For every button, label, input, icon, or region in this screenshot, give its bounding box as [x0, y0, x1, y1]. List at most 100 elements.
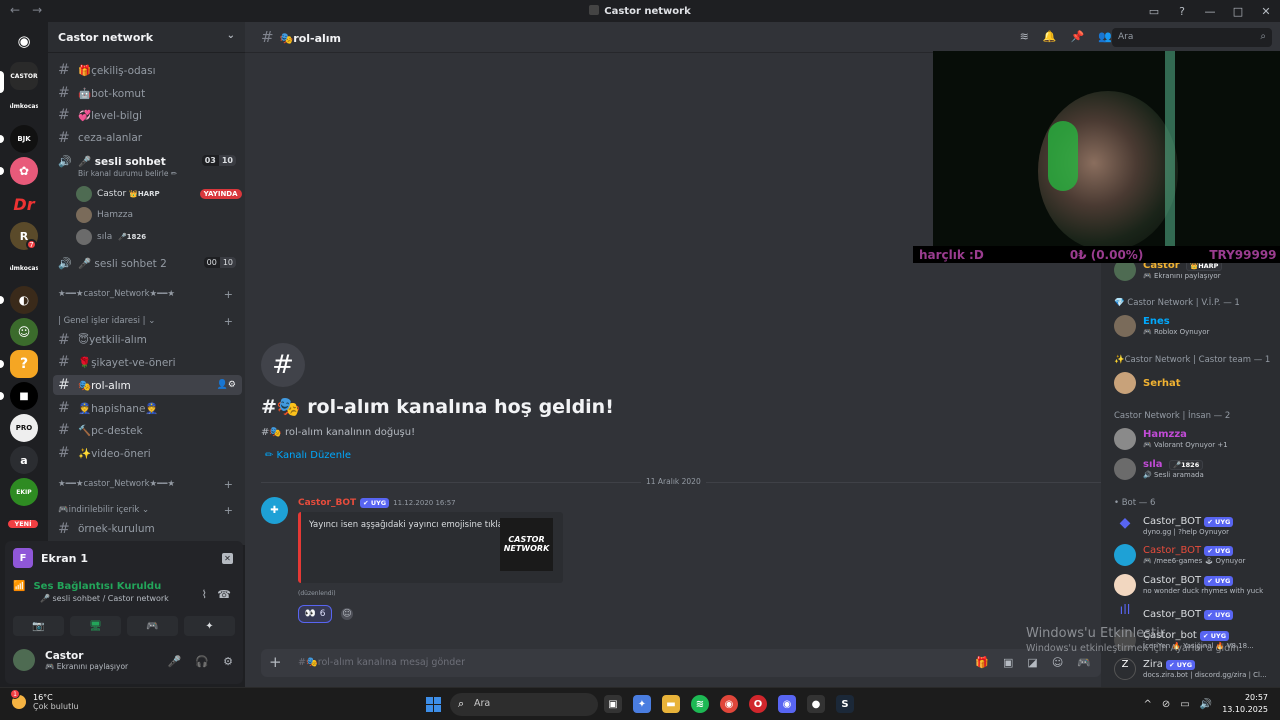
- gif-icon[interactable]: ▣: [1003, 656, 1013, 669]
- voice-channel-sesli-sohbet[interactable]: 🔊 🎤 sesli sohbet 03 10: [53, 151, 242, 171]
- server-icon-a[interactable]: a: [10, 446, 38, 474]
- add-channel-icon[interactable]: +: [224, 478, 233, 491]
- camera-off-button[interactable]: 📷: [13, 616, 64, 636]
- member-item[interactable]: Hamzza 🎮 Valorant Oynuyor +1: [1114, 428, 1228, 450]
- server-icon-almkocasi-2[interactable]: Almkocası: [10, 254, 38, 282]
- category-castor-network-2[interactable]: ★━━★castor_Network★━━★ +: [58, 477, 235, 491]
- server-icon-cartoon[interactable]: ◐: [10, 286, 38, 314]
- discord-home-icon[interactable]: ◉: [10, 27, 38, 55]
- channel-yetkili-alim[interactable]: # 😇yetkili-alım: [53, 330, 242, 350]
- new-badge[interactable]: YENİ: [6, 518, 40, 530]
- microphone-icon[interactable]: 🎤: [168, 655, 182, 668]
- member-item[interactable]: sıla 🎤1826 🔊 Sesli aramada: [1114, 458, 1204, 480]
- add-channel-icon[interactable]: +: [224, 504, 233, 517]
- member-item[interactable]: Castor_BOT ✔ UYG 🎮 /mee6-games 🕹 Oynuyor: [1114, 544, 1245, 566]
- server-icon-castor[interactable]: CASTOR: [10, 62, 38, 90]
- emoji-icon[interactable]: ☺: [1052, 656, 1063, 669]
- add-channel-icon[interactable]: +: [224, 315, 233, 328]
- windows-start-icon[interactable]: [426, 697, 441, 712]
- close-screen-icon[interactable]: ✕: [222, 553, 233, 564]
- upload-plus-icon[interactable]: +: [269, 653, 282, 671]
- channel-sikayet-ve-oneri[interactable]: # 🌹şikayet-ve-öneri: [53, 352, 242, 372]
- server-icon-flower[interactable]: ✿: [10, 157, 38, 185]
- server-icon-yellow[interactable]: ?: [10, 350, 38, 378]
- threads-icon[interactable]: ≋: [1020, 30, 1029, 43]
- discord-icon[interactable]: ◉: [778, 695, 796, 713]
- member-item[interactable]: Castor 👑HARP 🎮 Ekranını paylaşıyor: [1114, 263, 1223, 281]
- server-icon-pro[interactable]: PRO: [10, 414, 38, 442]
- voice-user-hamzza[interactable]: Hamzza: [76, 206, 133, 224]
- clock[interactable]: 20:57 13.10.2025: [1222, 692, 1268, 716]
- channel-cekilis-odasi[interactable]: # 🎁çekiliş-odası: [53, 60, 242, 80]
- gift-icon[interactable]: 🎁: [975, 656, 989, 669]
- channel-rol-alim[interactable]: # 🎭rol-alım 👤⚙: [53, 375, 242, 395]
- battery-icon[interactable]: ▭: [1180, 699, 1189, 710]
- file-explorer-icon[interactable]: ▬: [662, 695, 680, 713]
- headphones-icon[interactable]: 🎧: [195, 655, 209, 668]
- steam-icon[interactable]: S: [836, 695, 854, 713]
- member-item[interactable]: Serhat: [1114, 372, 1181, 394]
- server-icon-black[interactable]: ■: [10, 382, 38, 410]
- member-item[interactable]: Castor_BOT ✔ UYG no wonder duck rhymes wi…: [1114, 574, 1263, 596]
- close-button[interactable]: ✕: [1252, 5, 1280, 18]
- help-icon[interactable]: ?: [1168, 5, 1196, 18]
- volume-icon[interactable]: 🔊: [1200, 699, 1212, 710]
- add-reaction-icon[interactable]: ☺: [341, 608, 353, 620]
- inbox-icon[interactable]: ▭: [1140, 5, 1168, 18]
- message-author[interactable]: Castor_BOT: [298, 498, 356, 508]
- network-icon[interactable]: ⊘: [1162, 699, 1170, 710]
- channel-hapishane[interactable]: # 👮hapishane👮: [53, 398, 242, 418]
- member-item[interactable]: ◆ Castor_BOT ✔ UYG dyno.gg | ?help Oynuyor: [1114, 515, 1234, 537]
- category-indirilebilir[interactable]: 🎮indirilebilir içerik ⌄ +: [58, 503, 235, 517]
- server-icon-green[interactable]: EKIP: [10, 478, 38, 506]
- spotify-icon[interactable]: ≋: [691, 695, 709, 713]
- voice-status[interactable]: Bir kanal durumu belirle ✏: [78, 169, 177, 178]
- voice-user-castor[interactable]: Castor 👑HARP YAYINDA: [76, 185, 242, 203]
- bell-icon[interactable]: 🔔: [1043, 30, 1057, 43]
- settings-gear-icon[interactable]: 👤⚙: [217, 380, 236, 390]
- bot-avatar[interactable]: ✚: [261, 497, 288, 524]
- sticker-icon[interactable]: ◪: [1027, 656, 1037, 669]
- app-icon[interactable]: ●: [807, 695, 825, 713]
- maximize-button[interactable]: □: [1224, 5, 1252, 18]
- category-castor-network[interactable]: ★━━★castor_Network★━━★ +: [58, 287, 235, 301]
- copilot-icon[interactable]: ✦: [633, 695, 651, 713]
- member-item[interactable]: Enes 🎮 Roblox Oynuyor: [1114, 315, 1209, 337]
- channel-ornek-kurulum[interactable]: # örnek-kurulum: [53, 519, 242, 539]
- channel-pc-destek[interactable]: # 🔨pc-destek: [53, 420, 242, 440]
- soundboard-button[interactable]: ✦: [184, 616, 235, 636]
- server-header[interactable]: Castor network ⌄: [48, 22, 245, 53]
- message-composer[interactable]: + #🎭rol-alım kanalına mesaj gönder 🎁 ▣ ◪…: [261, 649, 1101, 677]
- chevron-up-icon[interactable]: ^: [1144, 699, 1152, 710]
- voice-channel-sesli-sohbet-2[interactable]: 🔊 🎤 sesli sohbet 2 00 10: [53, 253, 242, 273]
- channel-bot-komut[interactable]: # 🤖bot-komut: [53, 83, 242, 103]
- screen-share-button[interactable]: 🖥: [70, 616, 121, 636]
- server-icon-frog[interactable]: ☺: [10, 318, 38, 346]
- voice-connection-status[interactable]: 📶 Ses Bağlantısı Kuruldu 🎤 sesli sohbet / …: [13, 581, 169, 603]
- channel-ceza-alanlar[interactable]: # ceza-alanlar: [53, 128, 242, 148]
- task-view-icon[interactable]: ▣: [604, 695, 622, 713]
- category-genel-isler[interactable]: | Genel işler idaresi | ⌄ +: [58, 314, 235, 328]
- member-item[interactable]: Z Zira ✔ UYG docs.zira.bot | discord.gg/zi…: [1114, 658, 1267, 680]
- server-icon-almkocasi[interactable]: Almkocası: [10, 92, 38, 120]
- pin-icon[interactable]: 📌: [1071, 30, 1085, 43]
- channel-video-oneri[interactable]: # ✨video-öneri: [53, 443, 242, 463]
- current-user[interactable]: Castor 🎮 Ekranını paylaşıyor: [13, 649, 128, 671]
- add-channel-icon[interactable]: +: [224, 288, 233, 301]
- gear-icon[interactable]: ⚙: [223, 655, 233, 668]
- minimize-button[interactable]: —: [1196, 5, 1224, 18]
- activity-button[interactable]: 🎮: [127, 616, 178, 636]
- weather-widget[interactable]: 1 16°C Çok bulutlu: [10, 689, 79, 711]
- member-item[interactable]: ıll Castor_BOT ✔ UYG: [1114, 603, 1234, 625]
- reaction-button[interactable]: 👀 6: [298, 605, 332, 623]
- channel-level-bilgi[interactable]: # 💞level-bilgi: [53, 105, 242, 125]
- server-icon-dr[interactable]: Dr: [10, 190, 38, 218]
- edit-channel-link[interactable]: ✏ Kanalı Düzenle: [265, 450, 351, 461]
- apps-icon[interactable]: 🎮: [1077, 656, 1091, 669]
- embed-thumbnail[interactable]: CASTOR NETWORK: [500, 518, 553, 571]
- opera-icon[interactable]: O: [749, 695, 767, 713]
- voice-user-sila[interactable]: sıla 🎤1826: [76, 228, 146, 246]
- chrome-icon[interactable]: ◉: [720, 695, 738, 713]
- disconnect-icon[interactable]: ☎: [217, 588, 231, 601]
- server-icon-besiktas[interactable]: BJK: [10, 125, 38, 153]
